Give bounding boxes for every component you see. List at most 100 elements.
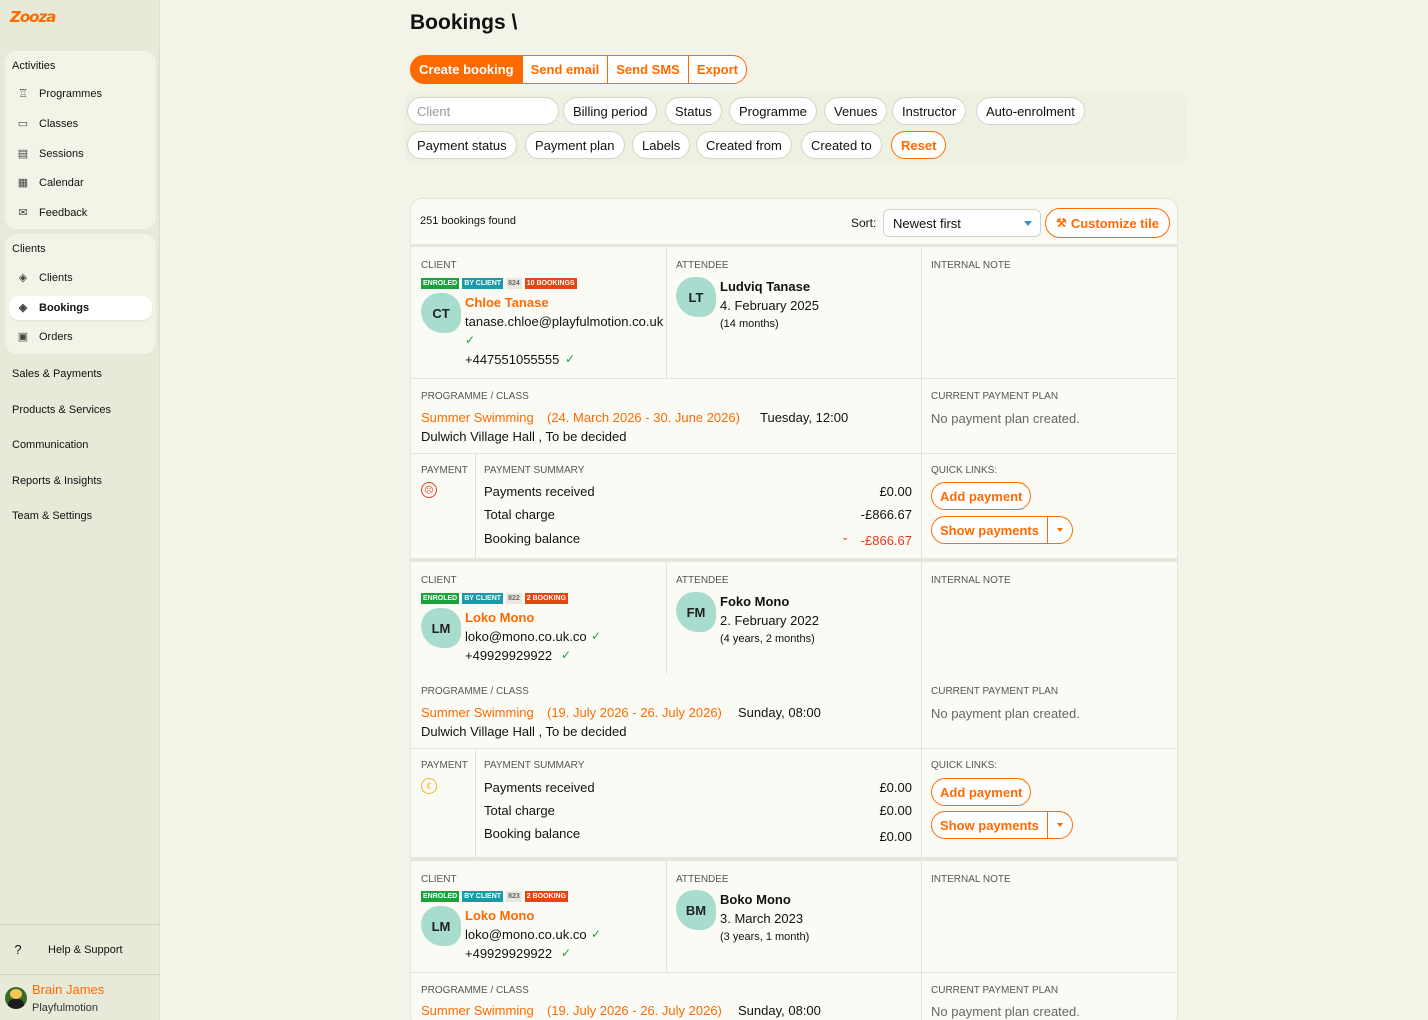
reset-filters-button[interactable]: Reset xyxy=(891,131,947,159)
sidebar-item-communication[interactable]: Communication xyxy=(12,439,88,451)
add-payment-button[interactable]: Add payment xyxy=(931,482,1032,510)
internal-note-label: INTERNAL NOTE xyxy=(931,874,1011,885)
send-email-button[interactable]: Send email xyxy=(521,55,609,84)
sort-select[interactable]: Newest first xyxy=(883,209,1041,237)
sidebar-item-orders[interactable]: ▣ Orders xyxy=(9,325,152,349)
client-name-link[interactable]: Chloe Tanase xyxy=(465,295,549,310)
attendee-name[interactable]: Boko Mono xyxy=(720,892,791,907)
filter-created-to[interactable]: Created to xyxy=(801,131,882,159)
client-label: CLIENT xyxy=(421,575,457,586)
export-button[interactable]: Export xyxy=(687,55,748,84)
payment-plan-value: No payment plan created. xyxy=(931,411,1080,426)
customize-tile-button[interactable]: ⚒ Customize tile xyxy=(1045,208,1170,238)
filter-created-from[interactable]: Created from xyxy=(696,131,792,159)
list-header: 251 bookings found Sort: Newest first ⚒ C… xyxy=(411,199,1177,247)
check-icon: ✓ xyxy=(591,629,602,643)
folder-icon: ▭ xyxy=(17,118,29,130)
payment-plan-label: CURRENT PAYMENT PLAN xyxy=(931,985,1059,996)
attendee-age: (4 years, 2 months) xyxy=(720,633,815,645)
bookings-count-badge: 2 BOOKING xyxy=(524,593,569,604)
sort-label: Sort: xyxy=(851,216,877,230)
filter-payment-plan[interactable]: Payment plan xyxy=(525,131,625,159)
sidebar-item-reports-insights[interactable]: Reports & Insights xyxy=(12,475,102,487)
programme-name-link[interactable]: Summer Swimming xyxy=(421,410,534,425)
filter-programme[interactable]: Programme xyxy=(729,97,817,125)
internal-note-label: INTERNAL NOTE xyxy=(931,260,1011,271)
programme-label: PROGRAMME / CLASS xyxy=(421,985,529,996)
attendee-name[interactable]: Foko Mono xyxy=(720,594,789,609)
client-name-link[interactable]: Loko Mono xyxy=(465,908,534,923)
check-icon: ✓ xyxy=(561,946,572,960)
sidebar-item-products-services[interactable]: Products & Services xyxy=(12,404,111,416)
sidebar-item-label: Calendar xyxy=(39,177,84,189)
user-org: Playfulmotion xyxy=(32,1002,99,1014)
sidebar-item-calendar[interactable]: ▦ Calendar xyxy=(9,171,152,195)
client-number-badge: 822 xyxy=(506,593,522,604)
filter-labels[interactable]: Labels xyxy=(632,131,691,159)
show-payments-button[interactable]: Show payments xyxy=(931,516,1073,544)
payment-label: PAYMENT xyxy=(421,760,468,771)
mail-icon: ✉ xyxy=(18,207,28,219)
client-filter-input[interactable]: Client xyxy=(407,97,559,125)
booking-item[interactable]: CLIENT ENROLED BY CLIENT 824 10 BOOKINGS… xyxy=(411,247,1177,562)
client-label: CLIENT xyxy=(421,260,457,271)
booking-balance-label: Booking balance xyxy=(484,531,581,546)
caret-down-icon[interactable] xyxy=(1048,823,1072,827)
total-charge-label: Total charge xyxy=(484,803,555,818)
filter-venues[interactable]: Venues xyxy=(824,97,888,125)
send-sms-button[interactable]: Send SMS xyxy=(607,55,689,84)
sidebar-item-sales-payments[interactable]: Sales & Payments xyxy=(12,368,102,380)
client-avatar: LM xyxy=(421,906,461,946)
nav-heading-activities[interactable]: Activities xyxy=(5,60,62,72)
calendar-icon: ▦ xyxy=(17,177,29,189)
attendee-name[interactable]: Ludviq Tanase xyxy=(720,279,810,294)
filter-auto-enrolment[interactable]: Auto-enrolment xyxy=(976,97,1085,125)
filter-instructor[interactable]: Instructor xyxy=(892,97,967,125)
sidebar-item-team-settings[interactable]: Team & Settings xyxy=(12,510,92,522)
add-payment-button[interactable]: Add payment xyxy=(931,778,1032,806)
booking-item[interactable]: CLIENT ENROLED BY CLIENT 822 2 BOOKING L… xyxy=(411,562,1177,861)
sidebar-item-feedback[interactable]: ✉ Feedback xyxy=(9,201,152,225)
help-support-link[interactable]: ? Help & Support xyxy=(0,924,160,974)
layers-icon: ◈ xyxy=(18,302,28,314)
payments-received-label: Payments received xyxy=(484,484,595,499)
payment-plan-value: No payment plan created. xyxy=(931,706,1080,721)
sidebar-item-label: Classes xyxy=(39,118,79,130)
sidebar-item-classes[interactable]: ▭ Classes xyxy=(9,112,152,136)
wrench-icon: ⚒ xyxy=(1056,216,1067,230)
nav-heading-clients[interactable]: Clients xyxy=(5,243,53,255)
sidebar-item-bookings[interactable]: ◈ Bookings xyxy=(9,296,152,320)
attendee-avatar: FM xyxy=(676,592,716,632)
booking-people-row: CLIENT ENROLED BY CLIENT 823 2 BOOKING L… xyxy=(411,861,1177,973)
programme-name-link[interactable]: Summer Swimming xyxy=(421,705,534,720)
question-icon: ? xyxy=(14,942,22,957)
filter-billing-period[interactable]: Billing period xyxy=(563,97,658,125)
client-email: loko@mono.co.uk.co xyxy=(465,629,587,644)
booking-item[interactable]: CLIENT ENROLED BY CLIENT 823 2 BOOKING L… xyxy=(411,861,1177,1020)
user-menu[interactable]: Brain James Playfulmotion xyxy=(0,974,160,1020)
programme-name-link[interactable]: Summer Swimming xyxy=(421,1003,534,1018)
caret-down-icon[interactable] xyxy=(1048,528,1072,532)
bookings-list: 251 bookings found Sort: Newest first ⚒ C… xyxy=(410,198,1178,1020)
filter-panel: Client Billing period Status Programme V… xyxy=(405,93,1186,163)
show-payments-button[interactable]: Show payments xyxy=(931,811,1073,839)
ticket-icon: ▤ xyxy=(17,148,29,160)
filter-payment-status[interactable]: Payment status xyxy=(407,131,517,159)
sidebar-item-sessions[interactable]: ▤ Sessions xyxy=(9,142,152,166)
zooza-logo[interactable]: Zooza xyxy=(10,8,56,26)
sidebar-item-programmes[interactable]: ♖ Programmes xyxy=(9,82,152,106)
sidebar-item-clients[interactable]: ◈ Clients xyxy=(9,266,152,290)
attendee-dob: 3. March 2023 xyxy=(720,911,804,926)
client-phone: +49929929922 xyxy=(465,946,553,961)
programme-dates: (19. July 2026 - 26. July 2026) xyxy=(547,705,722,720)
filter-status[interactable]: Status xyxy=(665,97,722,125)
client-name-link[interactable]: Loko Mono xyxy=(465,610,534,625)
avatar xyxy=(5,987,27,1009)
total-charge-label: Total charge xyxy=(484,507,555,522)
create-booking-button[interactable]: Create booking xyxy=(410,55,523,84)
caret-down-icon xyxy=(1024,221,1032,226)
attendee-label: ATTENDEE xyxy=(676,575,729,586)
show-payments-label: Show payments xyxy=(932,517,1048,543)
client-avatar: CT xyxy=(421,293,461,333)
payments-received-value: £0.00 xyxy=(879,484,912,499)
